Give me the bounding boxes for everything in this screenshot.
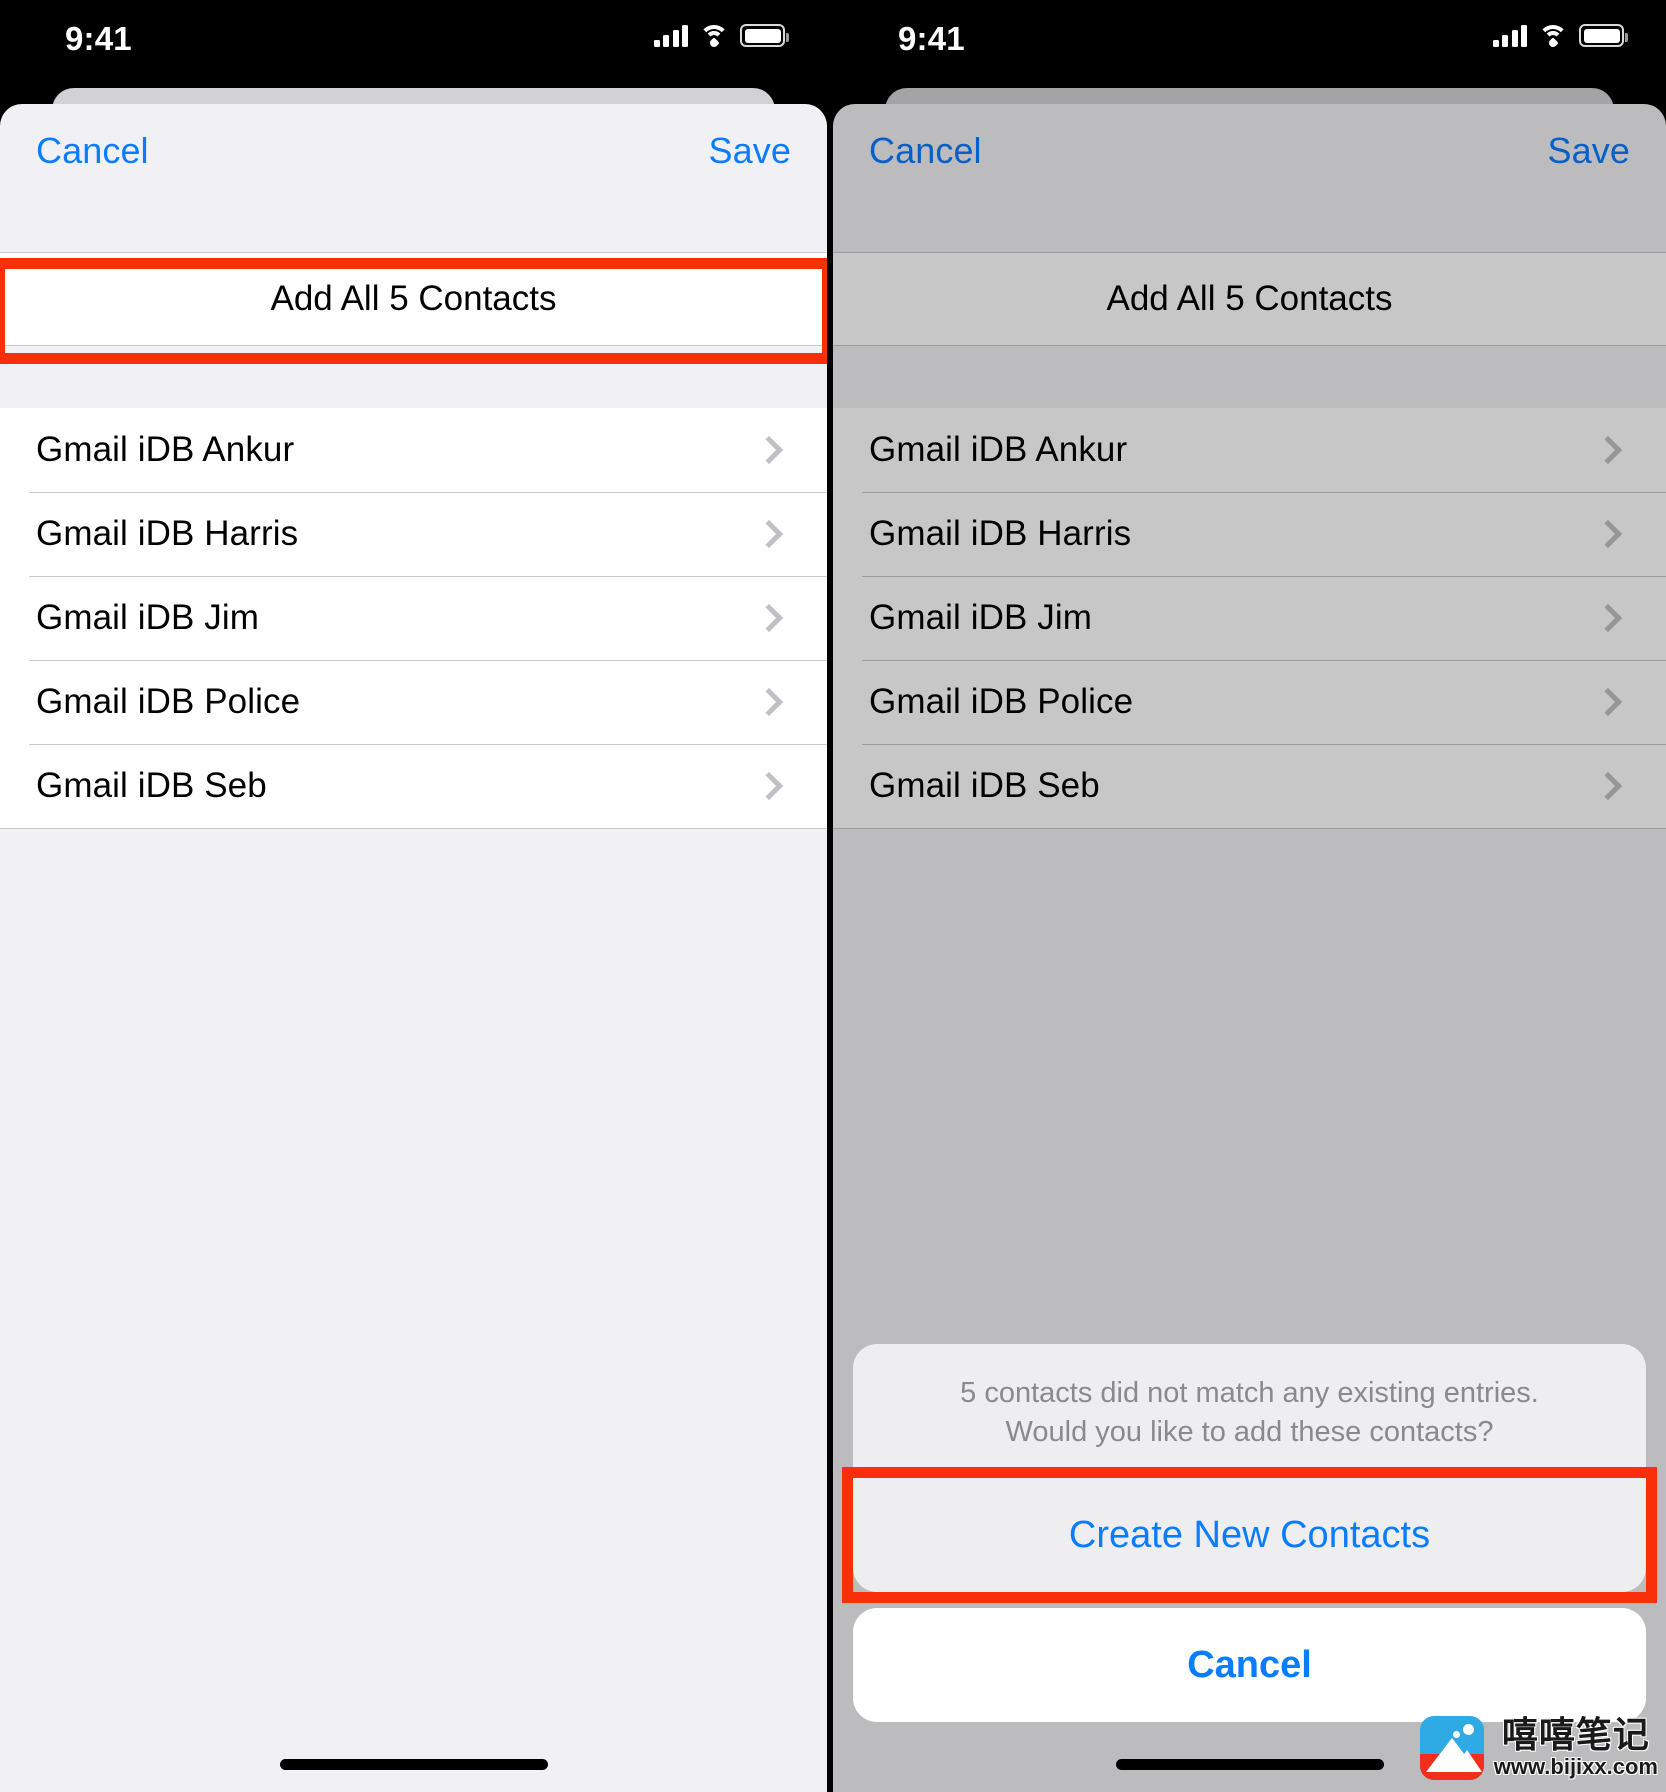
action-sheet: 5 contacts did not match any existing en… [853, 1344, 1646, 1722]
action-sheet-cancel-button[interactable]: Cancel [853, 1608, 1646, 1722]
contacts-list-right: Gmail iDB Ankur Gmail iDB Harris Gmail i… [833, 408, 1666, 829]
home-indicator-right[interactable] [1115, 1759, 1384, 1770]
chevron-right-icon [754, 603, 784, 633]
list-item[interactable]: Gmail iDB Seb [0, 744, 827, 828]
contact-name: Gmail iDB Seb [36, 766, 267, 805]
list-item[interactable]: Gmail iDB Seb [833, 744, 1666, 828]
chevron-right-icon [1593, 687, 1623, 717]
status-bar-left: 9:41 [0, 0, 827, 86]
battery-full-icon [740, 24, 789, 47]
contact-name: Gmail iDB Seb [869, 766, 1100, 805]
chevron-right-icon [1593, 519, 1623, 549]
list-item[interactable]: Gmail iDB Jim [833, 576, 1666, 660]
contact-name: Gmail iDB Jim [869, 598, 1092, 637]
add-all-contacts-button[interactable]: Add All 5 Contacts [833, 252, 1666, 346]
screenshot-stage: 9:41 Cancel Save Add All 5 Contacts Gmai… [0, 0, 1666, 1792]
left-phone-screen: 9:41 Cancel Save Add All 5 Contacts Gmai… [0, 0, 827, 1792]
contacts-sheet-left: Cancel Save Add All 5 Contacts Gmail iDB… [0, 104, 827, 1792]
list-item[interactable]: Gmail iDB Police [0, 660, 827, 744]
save-button[interactable]: Save [709, 130, 791, 172]
action-sheet-message-line2: Would you like to add these contacts? [1005, 1415, 1494, 1448]
cancel-button[interactable]: Cancel [869, 130, 982, 172]
chevron-right-icon [754, 435, 784, 465]
contact-name: Gmail iDB Ankur [36, 430, 295, 469]
status-bar-right: 9:41 [833, 0, 1666, 86]
status-time: 9:41 [898, 20, 965, 57]
contact-name: Gmail iDB Police [869, 682, 1134, 721]
watermark-url: www.bijixx.com [1493, 1753, 1658, 1779]
list-item[interactable]: Gmail iDB Ankur [0, 408, 827, 492]
watermark-text: 嘻嘻笔记 www.bijixx.com [1494, 1716, 1658, 1780]
battery-full-icon [1579, 24, 1628, 47]
right-phone-screen: 9:41 Cancel Save Add All 5 Contacts Gmai… [833, 0, 1666, 1792]
save-button[interactable]: Save [1548, 130, 1630, 172]
sheet-nav-bar-left: Cancel Save [0, 104, 827, 252]
cellular-bars-icon [653, 24, 688, 47]
chevron-right-icon [1593, 435, 1623, 465]
list-item[interactable]: Gmail iDB Jim [0, 576, 827, 660]
create-new-contacts-button[interactable]: Create New Contacts [853, 1478, 1646, 1592]
status-time: 9:41 [65, 20, 132, 57]
section-gap-left [0, 346, 827, 408]
sheet-empty-area-left [0, 829, 827, 1792]
home-indicator-left[interactable] [279, 1759, 548, 1770]
list-item[interactable]: Gmail iDB Harris [0, 492, 827, 576]
chevron-right-icon [754, 687, 784, 717]
section-gap-right [833, 346, 1666, 408]
site-watermark: 嘻嘻笔记 www.bijixx.com [1419, 1715, 1658, 1780]
add-all-contacts-button[interactable]: Add All 5 Contacts [0, 252, 827, 346]
cellular-bars-icon [1492, 24, 1527, 47]
contact-name: Gmail iDB Ankur [869, 430, 1128, 469]
chevron-right-icon [754, 519, 784, 549]
list-item[interactable]: Gmail iDB Police [833, 660, 1666, 744]
wifi-icon [699, 24, 729, 49]
list-item[interactable]: Gmail iDB Ankur [833, 408, 1666, 492]
cancel-button[interactable]: Cancel [36, 130, 149, 172]
action-sheet-message-line1: 5 contacts did not match any existing en… [960, 1377, 1539, 1410]
bijixx-logo-icon [1419, 1715, 1484, 1780]
chevron-right-icon [1593, 603, 1623, 633]
contact-name: Gmail iDB Harris [869, 514, 1132, 553]
contact-name: Gmail iDB Harris [36, 514, 299, 553]
contacts-list-left: Gmail iDB Ankur Gmail iDB Harris Gmail i… [0, 408, 827, 829]
contact-name: Gmail iDB Police [36, 682, 301, 721]
chevron-right-icon [1593, 771, 1623, 801]
wifi-icon [1538, 24, 1568, 49]
watermark-brand: 嘻嘻笔记 [1501, 1713, 1650, 1755]
status-icon-group [1492, 24, 1628, 49]
action-sheet-group: 5 contacts did not match any existing en… [853, 1344, 1646, 1592]
action-sheet-message: 5 contacts did not match any existing en… [853, 1344, 1646, 1477]
chevron-right-icon [754, 771, 784, 801]
sheet-nav-bar-right: Cancel Save [833, 104, 1666, 252]
list-item[interactable]: Gmail iDB Harris [833, 492, 1666, 576]
status-icon-group [653, 24, 789, 49]
contact-name: Gmail iDB Jim [36, 598, 259, 637]
